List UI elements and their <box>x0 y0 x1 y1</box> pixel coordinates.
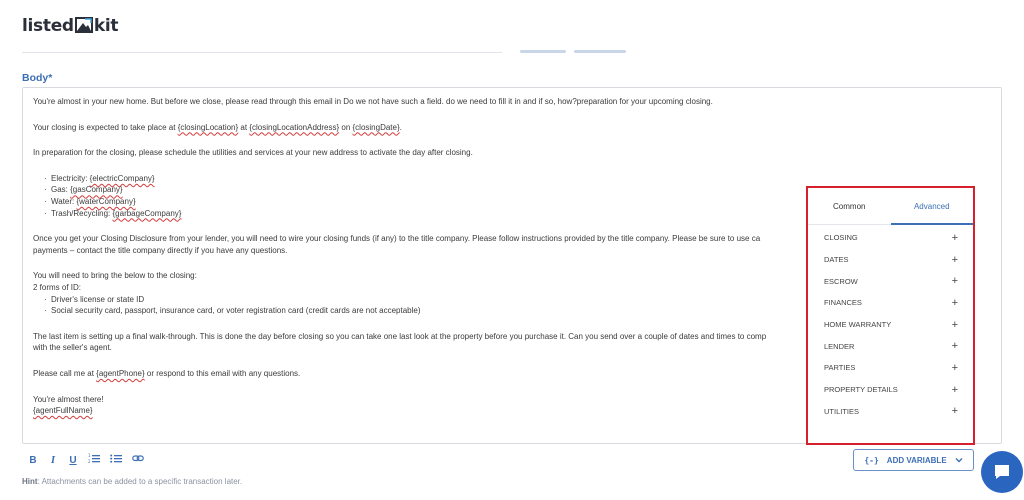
variable-token: {agentFullName} <box>33 406 93 416</box>
logo-text-left: listed <box>22 16 74 36</box>
top-bar: listed kit <box>0 0 1024 54</box>
editor-paragraph: You're almost in your new home. But befo… <box>33 97 713 106</box>
subject-field-underline <box>22 52 502 53</box>
logo-text-right: kit <box>93 16 119 36</box>
logo-mark-icon <box>74 17 93 33</box>
variable-icon: {-} <box>864 455 879 465</box>
format-toolbar: B I U 12 <box>28 451 144 469</box>
underline-button[interactable]: U <box>68 455 78 466</box>
svg-text:2: 2 <box>88 459 91 464</box>
editor-paragraph: In preparation for the closing, please s… <box>33 148 473 158</box>
category-closing[interactable]: CLOSING + <box>824 227 958 249</box>
plus-icon: + <box>951 361 958 374</box>
plus-icon: + <box>951 275 958 288</box>
variable-token: {gasCompany} <box>70 185 123 195</box>
attachments-hint: Hint: Attachments can be added to a spec… <box>22 477 243 486</box>
editor-paragraph: Your closing is expected to take place a… <box>33 122 402 132</box>
list-item: Electricity: {electricCompany} <box>33 173 991 185</box>
link-icon[interactable] <box>132 451 144 469</box>
plus-icon: + <box>951 340 958 353</box>
plus-icon: + <box>951 253 958 266</box>
tab-advanced[interactable]: Advanced <box>890 188 974 225</box>
chat-launcher-button[interactable] <box>981 451 1023 493</box>
category-property-details[interactable]: PROPERTY DETAILS + <box>824 379 958 401</box>
svg-text:1: 1 <box>88 453 91 458</box>
variable-token: {electricCompany} <box>89 173 155 183</box>
variable-token: {agentPhone} <box>96 368 145 378</box>
bullet-list-icon[interactable] <box>110 451 122 469</box>
variables-tabs: Common Advanced <box>808 188 973 225</box>
category-parties[interactable]: PARTIES + <box>824 357 958 379</box>
variable-categories: CLOSING + DATES + ESCROW + FINANCES + HOME W… <box>824 227 958 422</box>
bold-button[interactable]: B <box>28 455 38 466</box>
plus-icon: + <box>951 231 958 244</box>
variable-token: {closingDate} <box>352 122 400 132</box>
add-variable-button[interactable]: {-} ADD VARIABLE <box>853 449 974 471</box>
variables-menu: Common Advanced CLOSING + DATES + ESCROW + … <box>806 186 975 445</box>
chat-bubble-icon <box>995 465 1009 479</box>
category-dates[interactable]: DATES + <box>824 249 958 271</box>
category-utilities[interactable]: UTILITIES + <box>824 401 958 423</box>
plus-icon: + <box>951 405 958 418</box>
header-button-2[interactable] <box>574 50 626 53</box>
plus-icon: + <box>951 296 958 309</box>
category-finances[interactable]: FINANCES + <box>824 292 958 314</box>
listedkit-logo[interactable]: listed kit <box>22 16 118 36</box>
category-lender[interactable]: LENDER + <box>824 335 958 357</box>
variable-token: {waterCompany} <box>76 196 136 206</box>
plus-icon: + <box>951 383 958 396</box>
category-escrow[interactable]: ESCROW + <box>824 270 958 292</box>
add-variable-label: ADD VARIABLE <box>886 455 947 465</box>
plus-icon: + <box>951 318 958 331</box>
header-button-1[interactable] <box>520 50 566 53</box>
category-home-warranty[interactable]: HOME WARRANTY + <box>824 314 958 336</box>
tab-common[interactable]: Common <box>808 188 891 224</box>
variable-token: {closingLocationAddress} <box>249 122 340 132</box>
chevron-down-icon <box>955 458 963 463</box>
variable-token: {garbageCompany} <box>112 208 182 218</box>
italic-button[interactable]: I <box>48 454 58 466</box>
variable-token: {closingLocation} <box>177 122 239 132</box>
body-field-label: Body* <box>22 72 53 84</box>
ordered-list-icon[interactable]: 12 <box>88 451 100 469</box>
